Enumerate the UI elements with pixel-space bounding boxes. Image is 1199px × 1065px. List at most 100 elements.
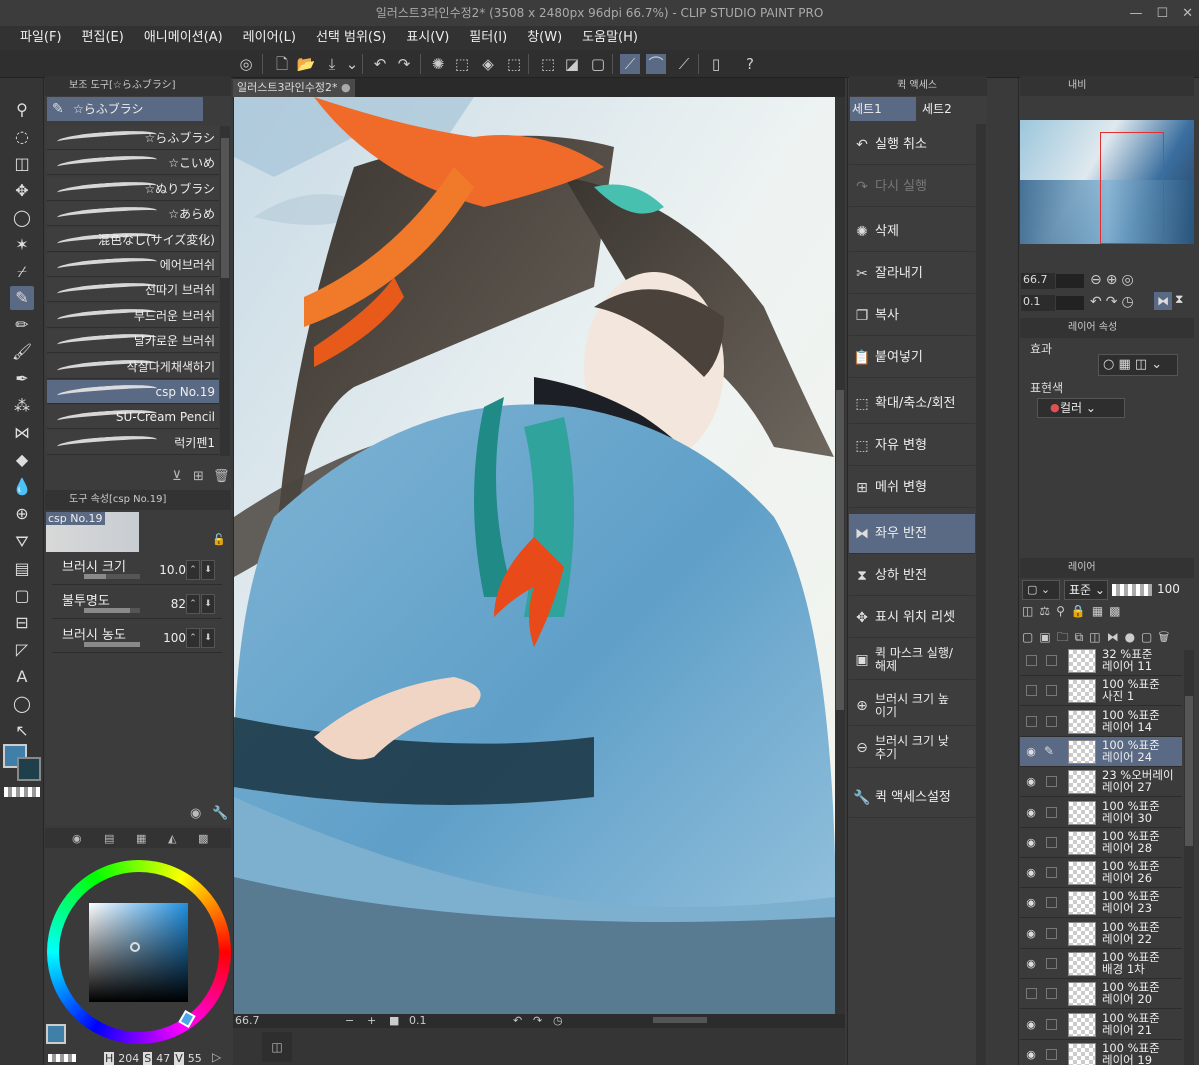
- canvas-horizontal-scroll-thumb[interactable]: [653, 1017, 707, 1023]
- prop-download-icon[interactable]: ⬇: [201, 594, 215, 614]
- intermediate-color-tab-icon[interactable]: ◭: [168, 832, 176, 845]
- sub-tool-item[interactable]: 부드러운 브러쉬: [47, 303, 219, 328]
- quick-access-item[interactable]: ▣ 퀵 마스크 실행/ 해제: [849, 640, 975, 680]
- decoration-tool-icon[interactable]: ⁂: [10, 394, 34, 418]
- navigator-zoom-slider[interactable]: [1056, 274, 1084, 288]
- zoom-out-icon[interactable]: −: [345, 1014, 354, 1027]
- new-file-icon[interactable]: 🗋: [272, 54, 292, 74]
- menu-item[interactable]: 표시(V): [396, 26, 459, 50]
- shape-grid-tool-icon[interactable]: ⊕: [10, 502, 34, 526]
- prop-value[interactable]: 10.0: [146, 563, 186, 577]
- ruler-tool-icon[interactable]: ◸: [10, 638, 34, 662]
- help-icon[interactable]: ?: [740, 54, 760, 74]
- navigator-flip-vertical-icon[interactable]: ⧗: [1175, 292, 1183, 307]
- fill-icon[interactable]: ◈: [478, 54, 498, 74]
- rotate-reset-icon[interactable]: ◷: [553, 1014, 563, 1027]
- visibility-toggle[interactable]: [1026, 715, 1037, 727]
- eye-icon[interactable]: ◉: [1024, 896, 1038, 910]
- prop-value[interactable]: 82: [146, 597, 186, 611]
- quick-access-scrollbar[interactable]: [976, 124, 986, 1065]
- quick-access-item[interactable]: ✺ 삭제: [849, 212, 975, 252]
- layer-color-select[interactable]: ▢ ⌄: [1022, 580, 1060, 600]
- prop-download-icon[interactable]: ⬇: [201, 628, 215, 648]
- canvas-artwork[interactable]: [234, 97, 835, 1014]
- navigator-zoom-readout[interactable]: 66.7: [1021, 273, 1055, 289]
- snap-grid-icon[interactable]: ⟋: [674, 54, 694, 74]
- gradient-tool-icon[interactable]: ▤: [10, 557, 34, 581]
- delete-brush-icon[interactable]: 🗑: [213, 469, 230, 484]
- fill-tool-icon[interactable]: ⛛: [10, 530, 34, 554]
- layer-row[interactable]: 32 %표준 레이어 11: [1020, 646, 1182, 676]
- eye-icon[interactable]: ◉: [1024, 745, 1038, 759]
- quick-access-item[interactable]: ↷ 다시 실행: [849, 167, 975, 207]
- lock-toggle[interactable]: [1046, 988, 1057, 1000]
- quick-access-item[interactable]: ⧗ 상하 반전: [849, 556, 975, 596]
- canvas-rotate-readout[interactable]: 0.1: [409, 1014, 427, 1027]
- sub-tool-item[interactable]: 날카로운 브러쉬: [47, 329, 219, 354]
- close-button[interactable]: ✕: [1182, 6, 1193, 21]
- panel-main-color-swatch[interactable]: [46, 1024, 66, 1044]
- navigator-viewport-frame[interactable]: [1100, 132, 1164, 244]
- airbrush-tool-icon[interactable]: ✒: [10, 367, 34, 391]
- quick-access-item[interactable]: ⬚ 자유 변형: [849, 426, 975, 466]
- layer-row[interactable]: ◉ 100 %표준 레이어 23: [1020, 888, 1182, 919]
- layer-row[interactable]: ◉ 100 %표준 레이어 28: [1020, 827, 1182, 858]
- opacity-slider[interactable]: [1112, 584, 1152, 596]
- sub-tool-item[interactable]: 작살나게채색하기: [47, 354, 219, 379]
- menu-item[interactable]: 필터(I): [459, 26, 517, 50]
- layer-row[interactable]: ◉ 23 %오버레이 레이어 27: [1020, 767, 1182, 798]
- layer-row[interactable]: 100 %표준 사진 1: [1020, 676, 1182, 707]
- layer-row[interactable]: ◉ 100 %표준 배경 1차: [1020, 949, 1182, 979]
- snap-special-ruler-icon[interactable]: ⌒: [646, 54, 666, 74]
- tab-set2[interactable]: 세트2: [918, 97, 986, 121]
- lock-icon[interactable]: 🔓: [212, 533, 226, 546]
- wrench-icon[interactable]: 🔧: [212, 806, 228, 821]
- lock-toggle[interactable]: [1046, 715, 1057, 727]
- pencil-tool-icon[interactable]: ✏: [10, 313, 34, 337]
- similar-color-tab-icon[interactable]: ▩: [198, 832, 208, 845]
- figure-tool-icon[interactable]: ▢: [10, 584, 34, 608]
- balloon-tool-icon[interactable]: ◯: [10, 692, 34, 716]
- smartphone-icon[interactable]: ▯: [706, 54, 726, 74]
- sub-tool-item[interactable]: ☆こいめ: [47, 151, 219, 176]
- canvas-zoom-readout[interactable]: 66.7: [235, 1014, 260, 1027]
- sub-color-swatch[interactable]: [17, 757, 41, 781]
- eye-icon[interactable]: ◉: [1024, 927, 1038, 941]
- prop-value[interactable]: 100: [146, 631, 186, 645]
- layer-lock-icons[interactable]: ◫⚖⚲🔒▦▩: [1022, 604, 1127, 618]
- eraser-tool-icon[interactable]: ◆: [10, 448, 34, 472]
- menu-item[interactable]: 애니메이션(A): [134, 26, 233, 50]
- eyedropper-tool-icon[interactable]: ⌿: [10, 260, 34, 284]
- quick-access-item[interactable]: ✥ 표시 위치 리셋: [849, 598, 975, 638]
- sub-tool-item[interactable]: ☆あらめ: [47, 202, 219, 227]
- magic-wand-tool-icon[interactable]: ✶: [10, 233, 34, 257]
- visibility-toggle[interactable]: [1026, 685, 1037, 697]
- pen-tool-icon[interactable]: ✎: [10, 286, 34, 310]
- layer-row[interactable]: ◉ 100 %표준 레이어 21: [1020, 1009, 1182, 1040]
- navigator-rotate-slider[interactable]: [1056, 296, 1084, 310]
- lock-toggle[interactable]: [1046, 836, 1057, 848]
- play-icon[interactable]: ▷: [212, 1050, 221, 1064]
- sub-tool-item[interactable]: 混色なし(サイズ変化): [47, 227, 219, 252]
- menu-item[interactable]: 파일(F): [10, 26, 72, 50]
- color-wheel-tab-icon[interactable]: ◉: [72, 832, 82, 845]
- invert-selection-icon[interactable]: ◪: [562, 54, 582, 74]
- quick-access-item[interactable]: ⧓ 좌우 반전: [849, 514, 975, 554]
- prop-slider[interactable]: [84, 608, 140, 613]
- navigator-rotate-readout[interactable]: 0.1: [1021, 295, 1055, 311]
- clear-icon[interactable]: ✺: [428, 54, 448, 74]
- brush-tool-icon[interactable]: 🖌: [10, 340, 34, 364]
- effect-buttons[interactable]: ○ ▦ ◫ ⌄: [1098, 354, 1178, 376]
- save-menu-chevron-icon[interactable]: ⌄: [342, 54, 362, 74]
- menu-item[interactable]: 편집(E): [72, 26, 134, 50]
- menu-item[interactable]: 도움말(H): [572, 26, 648, 50]
- quick-access-item[interactable]: ✂ 잘라내기: [849, 254, 975, 294]
- document-tab[interactable]: 일러스트3라인수정2* ●: [233, 79, 355, 97]
- lock-toggle[interactable]: [1046, 806, 1057, 818]
- eye-icon[interactable]: ◉: [1024, 1048, 1038, 1062]
- settings-dial-icon[interactable]: ◉: [190, 806, 201, 821]
- frame-tool-icon[interactable]: ⊟: [10, 611, 34, 635]
- lock-toggle[interactable]: [1046, 655, 1057, 666]
- correct-line-tool-icon[interactable]: ↖: [10, 719, 34, 743]
- open-file-icon[interactable]: 📂: [296, 54, 316, 74]
